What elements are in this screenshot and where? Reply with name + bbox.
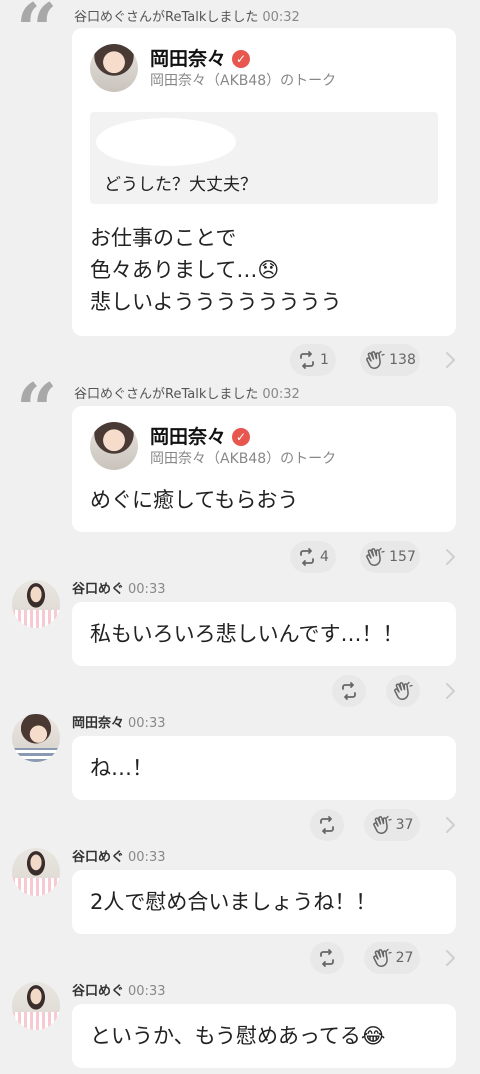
avatar[interactable] — [90, 44, 138, 92]
message-card[interactable]: というか、もう慰めあってる😂 — [72, 1004, 456, 1068]
timestamp: 00:33 — [128, 582, 166, 597]
message-body: お仕事のことで 色々ありまして…😞 悲しいようううううううう — [90, 222, 342, 318]
clap-icon — [371, 815, 393, 835]
author-name: 谷口めぐ — [72, 984, 125, 999]
avatar[interactable] — [90, 422, 138, 470]
avatar[interactable] — [12, 848, 60, 896]
message-card[interactable]: ね…！ — [72, 736, 456, 800]
action-bar: 1 138 — [0, 344, 480, 376]
quote-icon: “ — [16, 380, 56, 412]
message-line: 悲しいようううううううう — [90, 290, 342, 314]
retalk-card[interactable]: 岡田奈々 ✓ 岡田奈々（AKB48）のトーク めぐに癒してもらおう — [72, 406, 456, 532]
chevron-right-icon[interactable] — [444, 681, 456, 701]
post-meta: 谷口めぐ 00:33 — [72, 980, 165, 999]
clap-icon — [364, 350, 386, 370]
message-card[interactable]: 私もいろいろ悲しいんです…！！ — [72, 602, 456, 666]
clap-button[interactable]: 27 — [364, 942, 420, 974]
retalk-button[interactable] — [310, 942, 344, 974]
retalk-icon — [317, 948, 337, 968]
talk-name: 岡田奈々 ✓ — [150, 422, 251, 449]
retalk-icon — [339, 681, 359, 701]
retalk-icon — [297, 350, 317, 370]
retalk-meta: 谷口めぐさんがReTalkしました 00:32 — [74, 383, 300, 402]
message-card[interactable]: 2人で慰め合いましょうね！！ — [72, 870, 456, 934]
retalk-card[interactable]: 岡田奈々 ✓ 岡田奈々（AKB48）のトーク どうした？大丈夫？ お仕事のことで … — [72, 28, 456, 336]
clap-count: 27 — [395, 950, 414, 966]
author-name: 岡田奈々 — [72, 716, 125, 731]
message-line: お仕事のことで — [90, 226, 237, 250]
talk-source: 岡田奈々（AKB48）のトーク — [150, 451, 337, 467]
retalk-count: 1 — [320, 352, 329, 368]
timestamp: 00:33 — [128, 984, 166, 999]
message-body: というか、もう慰めあってる😂 — [90, 1024, 386, 1048]
clap-icon — [364, 547, 386, 567]
message-body: 私もいろいろ悲しいんです…！！ — [90, 622, 404, 646]
clap-icon — [371, 948, 393, 968]
chevron-right-icon[interactable] — [444, 547, 456, 567]
retalk-button[interactable]: 1 — [290, 344, 336, 376]
clap-count: 157 — [389, 549, 416, 565]
retalk-icon — [317, 815, 337, 835]
timestamp: 00:32 — [262, 387, 300, 402]
action-bar — [0, 675, 480, 707]
clap-icon — [392, 681, 414, 701]
retalk-meta: 谷口めぐさんがReTalkしました 00:32 — [74, 6, 300, 25]
talk-name: 岡田奈々 ✓ — [150, 44, 251, 71]
author-name: 谷口めぐ — [72, 582, 125, 597]
quoted-text: どうした？大丈夫？ — [104, 175, 257, 195]
post-meta: 岡田奈々 00:33 — [72, 712, 165, 731]
message-body: ね…！ — [90, 756, 153, 780]
post-meta: 谷口めぐ 00:33 — [72, 846, 165, 865]
retalk-header: 谷口めぐさんがReTalkしました — [74, 10, 259, 25]
message-body: めぐに癒してもらおう — [90, 488, 299, 512]
redacted-oval — [96, 118, 236, 166]
message-body: 2人で慰め合いましょうね！！ — [90, 890, 377, 914]
quote-icon: “ — [16, 0, 56, 32]
post-meta: 谷口めぐ 00:33 — [72, 578, 165, 597]
retalk-count: 4 — [320, 549, 329, 565]
action-bar: 37 — [0, 809, 480, 841]
retalk-icon — [297, 547, 317, 567]
retalk-header: 谷口めぐさんがReTalkしました — [74, 387, 259, 402]
author-name: 谷口めぐ — [72, 850, 125, 865]
action-bar: 27 — [0, 942, 480, 974]
retalk-button[interactable] — [310, 809, 344, 841]
chevron-right-icon[interactable] — [444, 350, 456, 370]
clap-button[interactable]: 37 — [364, 809, 420, 841]
clap-button[interactable]: 157 — [360, 541, 420, 573]
clap-button[interactable] — [386, 675, 420, 707]
verified-badge-icon: ✓ — [232, 428, 251, 446]
talk-source: 岡田奈々（AKB48）のトーク — [150, 73, 337, 89]
clap-count: 138 — [389, 352, 416, 368]
clap-count: 37 — [395, 817, 414, 833]
quoted-message: どうした？大丈夫？ — [90, 112, 438, 204]
clap-button[interactable]: 138 — [360, 344, 420, 376]
avatar[interactable] — [12, 580, 60, 628]
avatar[interactable] — [12, 982, 60, 1030]
retalk-button[interactable] — [332, 675, 366, 707]
chevron-right-icon[interactable] — [444, 948, 456, 968]
chevron-right-icon[interactable] — [444, 815, 456, 835]
message-line: 色々ありまして…😞 — [90, 258, 280, 282]
avatar[interactable] — [12, 714, 60, 762]
verified-badge-icon: ✓ — [232, 50, 251, 68]
timestamp: 00:33 — [128, 716, 166, 731]
timestamp: 00:33 — [128, 850, 166, 865]
retalk-button[interactable]: 4 — [290, 541, 336, 573]
timestamp: 00:32 — [262, 10, 300, 25]
action-bar: 4 157 — [0, 541, 480, 573]
